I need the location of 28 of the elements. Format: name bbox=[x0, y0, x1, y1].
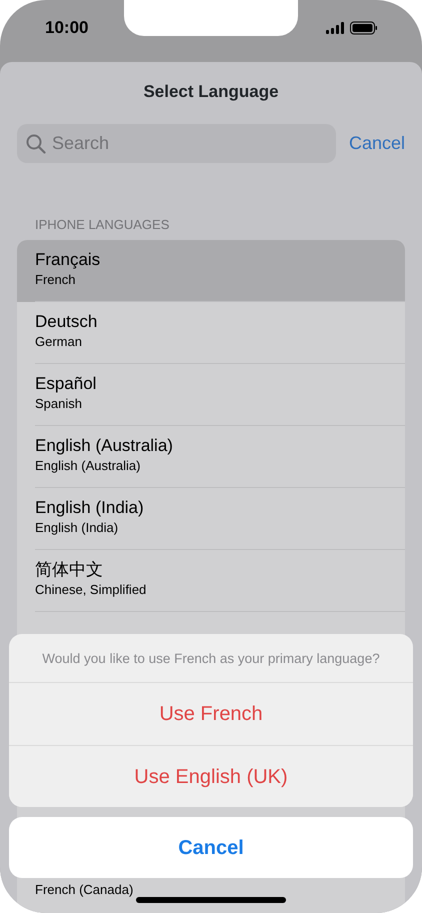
search-field[interactable]: Search bbox=[17, 124, 336, 163]
language-translation: English (India) bbox=[35, 519, 118, 537]
language-translation: French bbox=[35, 271, 76, 289]
language-name: Français bbox=[35, 249, 100, 271]
language-row[interactable]: English (India) English (India) bbox=[17, 488, 405, 550]
language-translation: Spanish bbox=[35, 395, 82, 413]
language-name: English (India) bbox=[35, 497, 144, 519]
signal-icon bbox=[326, 22, 344, 34]
language-translation: Chinese, Simplified bbox=[35, 581, 146, 599]
language-row[interactable]: Deutsch German bbox=[17, 302, 405, 364]
language-name: Español bbox=[35, 373, 96, 395]
status-time: 10:00 bbox=[45, 17, 88, 39]
language-row[interactable]: Français French bbox=[17, 240, 405, 302]
language-translation: German bbox=[35, 333, 82, 351]
sheet-title: Select Language bbox=[142, 81, 280, 103]
section-header: IPHONE LANGUAGES bbox=[35, 216, 170, 234]
cancel-button[interactable]: Cancel bbox=[9, 817, 413, 878]
language-translation: English (Australia) bbox=[35, 457, 140, 475]
action-button[interactable]: Use English (UK) bbox=[9, 745, 413, 807]
language-name: English (Australia) bbox=[35, 435, 173, 457]
language-name: 简体中文 bbox=[35, 559, 103, 581]
language-row[interactable]: Español Spanish bbox=[17, 364, 405, 426]
language-row[interactable]: French (Canada) bbox=[17, 881, 405, 913]
language-translation: French (Canada) bbox=[35, 881, 134, 899]
language-row[interactable]: 简体中文 Chinese, Simplified bbox=[17, 550, 405, 612]
battery-icon bbox=[350, 22, 377, 34]
language-name: Deutsch bbox=[35, 311, 98, 333]
language-row[interactable]: English (Australia) English (Australia) bbox=[17, 426, 405, 488]
